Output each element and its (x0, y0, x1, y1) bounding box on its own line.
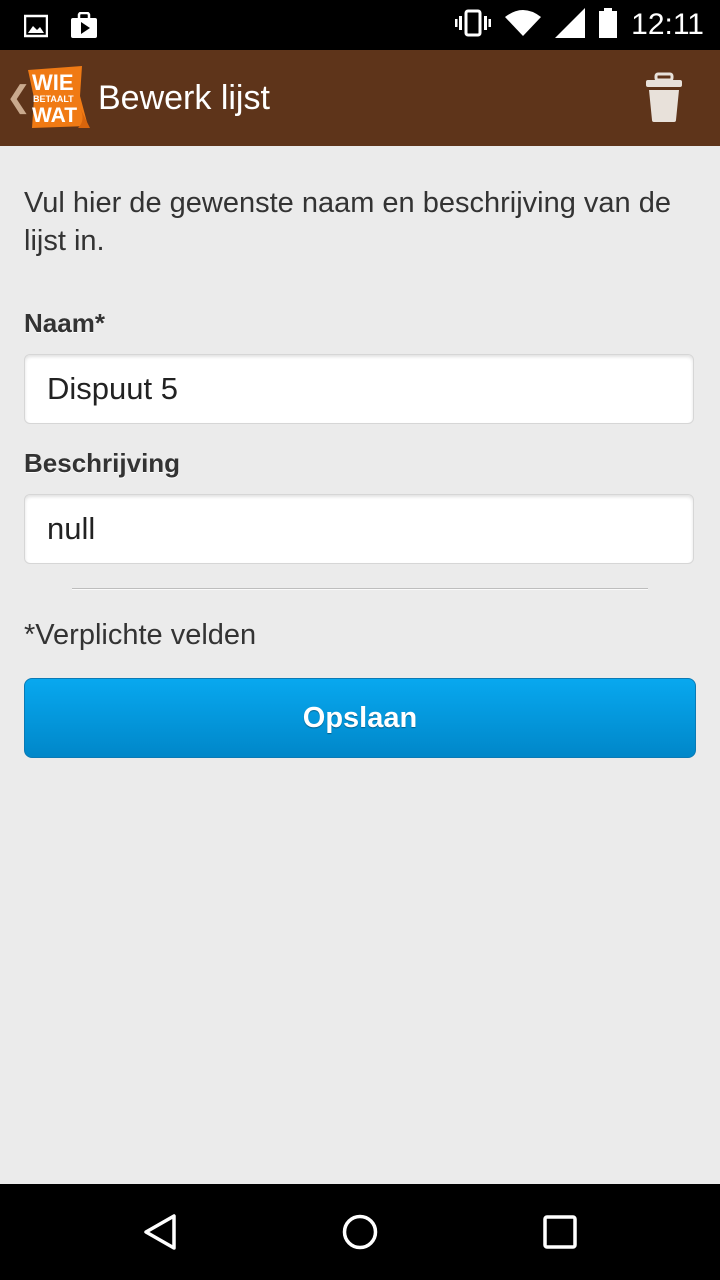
name-input[interactable]: Dispuut 5 (24, 354, 694, 424)
description-label: Beschrijving (24, 448, 181, 478)
delete-icon[interactable] (640, 72, 688, 124)
signal-icon (555, 7, 586, 43)
play-store-icon (70, 11, 98, 45)
svg-text:WAT: WAT (32, 104, 77, 127)
action-bar: ❮ WIE BETAALT WAT Bewerk lijst (0, 50, 720, 146)
gallery-icon (23, 14, 49, 43)
vibrate-icon (455, 9, 492, 42)
app-logo[interactable]: WIE BETAALT WAT (24, 64, 90, 130)
svg-text:BETAALT: BETAALT (33, 94, 74, 104)
battery-icon (599, 7, 618, 43)
intro-text: Vul hier de gewenste naam en beschrijvin… (24, 187, 671, 257)
description-input[interactable]: null (24, 494, 694, 564)
nav-bar (0, 1184, 720, 1280)
home-icon[interactable] (340, 1212, 380, 1252)
required-fields-note: *Verplichte velden (24, 619, 257, 651)
save-button[interactable]: Opslaan (24, 678, 696, 758)
back-icon[interactable] (140, 1212, 180, 1252)
page-title: Bewerk lijst (98, 79, 270, 117)
status-bar: 12:11 (0, 0, 720, 50)
name-label: Naam* (24, 308, 105, 338)
recents-icon[interactable] (540, 1212, 580, 1252)
wifi-icon (505, 9, 542, 42)
divider (72, 588, 648, 590)
svg-text:WIE: WIE (32, 70, 74, 95)
clock: 12:11 (631, 8, 704, 41)
